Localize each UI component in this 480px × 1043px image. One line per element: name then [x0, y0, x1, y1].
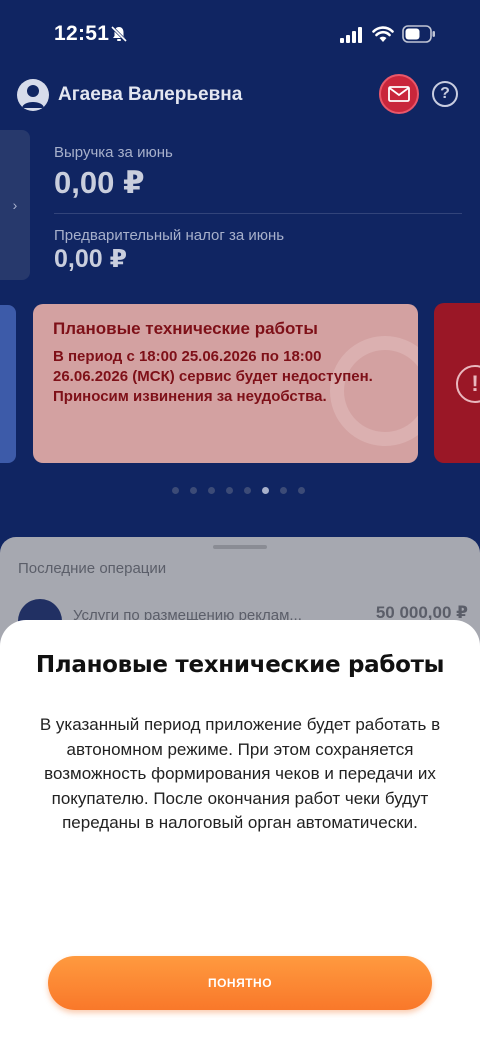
carousel-dot[interactable]	[190, 487, 197, 494]
carousel-dot[interactable]	[280, 487, 287, 494]
revenue-label: Выручка за июнь	[54, 144, 173, 161]
mail-button[interactable]	[379, 74, 419, 114]
battery-icon	[402, 25, 435, 43]
tax-value: 0,00 ₽	[54, 245, 127, 273]
operations-title: Последние операции	[18, 560, 167, 577]
divider	[54, 213, 462, 214]
carousel-dot[interactable]	[208, 487, 215, 494]
previous-period-tab[interactable]: ›	[0, 130, 30, 280]
carousel-dot[interactable]	[172, 487, 179, 494]
carousel-card-previous[interactable]	[0, 305, 16, 463]
ok-button[interactable]: ПОНЯТНО	[48, 956, 432, 1010]
main-screen: 12:51 Агаева Валерьевна ? › Выручка за и…	[0, 0, 480, 1043]
mail-icon	[388, 86, 410, 102]
bell-off-icon	[110, 25, 128, 43]
carousel-dot[interactable]	[226, 487, 233, 494]
help-icon: ?	[440, 85, 450, 102]
signal-icon	[340, 27, 362, 43]
maintenance-modal: Плановые технические работы В указанный …	[0, 620, 480, 1043]
carousel-card-next[interactable]: !	[434, 303, 480, 463]
modal-text: В указанный период приложение будет рабо…	[39, 715, 441, 832]
carousel-dots	[172, 487, 305, 494]
avatar[interactable]	[17, 79, 49, 111]
notice-title: Плановые технические работы	[53, 319, 318, 338]
modal-title: Плановые технические работы	[35, 652, 445, 678]
status-bar: 12:51	[0, 0, 480, 70]
tax-label: Предварительный налог за июнь	[54, 227, 285, 244]
warning-icon: !	[456, 365, 480, 403]
carousel-dot[interactable]	[298, 487, 305, 494]
warning-glyph: !	[471, 371, 479, 396]
help-button[interactable]: ?	[432, 81, 458, 107]
maintenance-notice-card[interactable]: Плановые технические работы В период с 1…	[33, 304, 418, 463]
carousel-dot-active[interactable]	[262, 487, 269, 494]
user-name: Агаева Валерьевна	[58, 84, 243, 105]
status-time: 12:51	[54, 22, 110, 45]
revenue-value: 0,00 ₽	[54, 165, 145, 200]
notice-text: В период с 18:00 25.06.2026 по 18:00 26.…	[53, 348, 373, 405]
avatar-icon	[22, 85, 44, 108]
sheet-handle[interactable]	[213, 545, 267, 549]
wifi-icon	[372, 26, 394, 42]
carousel-dot[interactable]	[244, 487, 251, 494]
chevron-right-icon: ›	[12, 197, 18, 213]
